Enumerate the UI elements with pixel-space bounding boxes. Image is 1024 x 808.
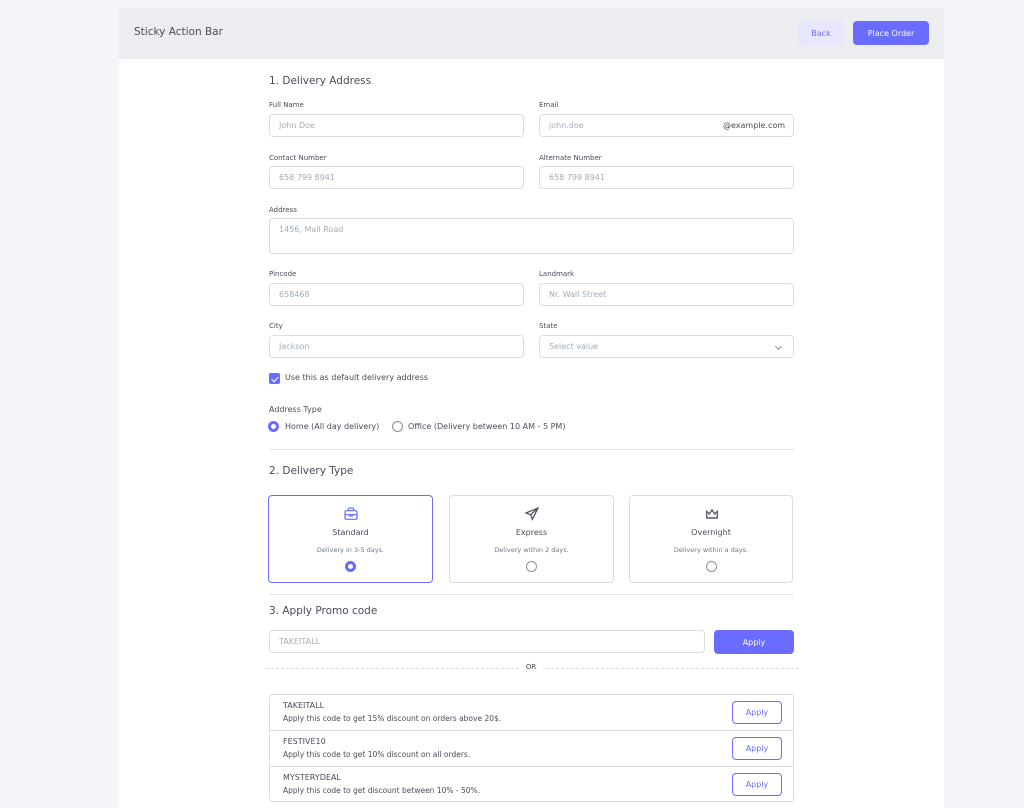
landmark-label: Landmark — [539, 270, 575, 278]
address-type-office-radio[interactable] — [392, 421, 403, 432]
pincode-label: Pincode — [269, 270, 297, 278]
promo-code-desc: Apply this code to get 10% discount on a… — [283, 750, 471, 759]
email-label: Email — [539, 101, 559, 109]
address-type-office-label: Office (Delivery between 10 AM - 5 PM) — [408, 422, 566, 431]
promo-code-apply-button[interactable]: Apply — [732, 701, 782, 724]
delivery-option-radio[interactable] — [345, 561, 356, 572]
delivery-type-heading: 2. Delivery Type — [269, 465, 354, 477]
address-type-label: Address Type — [269, 405, 322, 414]
promo-code-list: TAKEITALL Apply this code to get 15% dis… — [269, 694, 794, 802]
alternate-number-input[interactable] — [539, 166, 794, 189]
promo-code-apply-button[interactable]: Apply — [732, 773, 782, 796]
delivery-option-desc: Delivery within 2 days. — [494, 546, 569, 554]
default-address-checkbox[interactable] — [269, 373, 280, 384]
email-domain-suffix: @example.com — [723, 121, 786, 130]
section-divider — [269, 594, 794, 595]
alternate-number-label: Alternate Number — [539, 154, 602, 162]
city-label: City — [269, 322, 283, 330]
section-divider — [269, 449, 794, 450]
promo-heading: 3. Apply Promo code — [269, 605, 378, 617]
promo-code-desc: Apply this code to get discount between … — [283, 786, 481, 795]
promo-code-apply-button[interactable]: Apply — [732, 737, 782, 760]
delivery-option-desc: Delivery within a days. — [673, 546, 749, 554]
apply-promo-button[interactable]: Apply — [714, 630, 794, 654]
delivery-option-title: Standard — [332, 528, 369, 537]
contact-number-input[interactable] — [269, 166, 524, 189]
full-name-label: Full Name — [269, 101, 304, 109]
promo-code-name: FESTIVE10 — [283, 737, 326, 746]
state-select[interactable]: Select value — [539, 335, 794, 358]
checkout-card: Sticky Action Bar Back Place Order 1. De… — [119, 8, 944, 808]
delivery-address-heading: 1. Delivery Address — [269, 75, 372, 87]
promo-code-row: MYSTERYDEAL Apply this code to get disco… — [270, 767, 793, 803]
promo-code-input[interactable] — [269, 630, 705, 653]
action-bar-title: Sticky Action Bar — [134, 26, 223, 38]
delivery-option-overnight[interactable]: Overnight Delivery within a days. — [629, 495, 793, 583]
delivery-option-express[interactable]: Express Delivery within 2 days. — [449, 495, 614, 583]
or-divider-label: OR — [519, 663, 543, 671]
promo-code-row: TAKEITALL Apply this code to get 15% dis… — [270, 695, 793, 731]
delivery-option-radio[interactable] — [706, 561, 717, 572]
promo-code-name: MYSTERYDEAL — [283, 773, 341, 782]
promo-code-name: TAKEITALL — [283, 701, 325, 710]
place-order-button[interactable]: Place Order — [853, 21, 929, 45]
promo-code-desc: Apply this code to get 15% discount on o… — [283, 714, 502, 723]
address-type-home-radio[interactable] — [268, 421, 279, 432]
delivery-option-title: Overnight — [691, 528, 731, 537]
state-select-value: Select value — [549, 342, 599, 351]
address-type-home-label: Home (All day delivery) — [285, 422, 380, 431]
delivery-option-standard[interactable]: Standard Delivery in 3-5 days. — [268, 495, 433, 583]
city-input[interactable] — [269, 335, 524, 358]
delivery-option-title: Express — [515, 528, 548, 537]
briefcase-icon — [344, 507, 358, 520]
address-label: Address — [269, 206, 297, 214]
state-label: State — [539, 322, 558, 330]
full-name-input[interactable] — [269, 114, 524, 137]
back-button[interactable]: Back — [798, 21, 844, 45]
address-textarea[interactable] — [269, 218, 794, 254]
crown-icon — [706, 508, 718, 519]
chevron-down-icon — [774, 342, 783, 351]
default-address-label: Use this as default delivery address — [285, 373, 429, 382]
send-icon — [524, 506, 540, 521]
sticky-action-bar: Sticky Action Bar Back Place Order — [119, 8, 944, 59]
landmark-input[interactable] — [539, 283, 794, 306]
delivery-option-radio[interactable] — [526, 561, 537, 572]
delivery-option-desc: Delivery in 3-5 days. — [316, 546, 385, 554]
contact-number-label: Contact Number — [269, 154, 327, 162]
promo-code-row: FESTIVE10 Apply this code to get 10% dis… — [270, 731, 793, 767]
pincode-input[interactable] — [269, 283, 524, 306]
